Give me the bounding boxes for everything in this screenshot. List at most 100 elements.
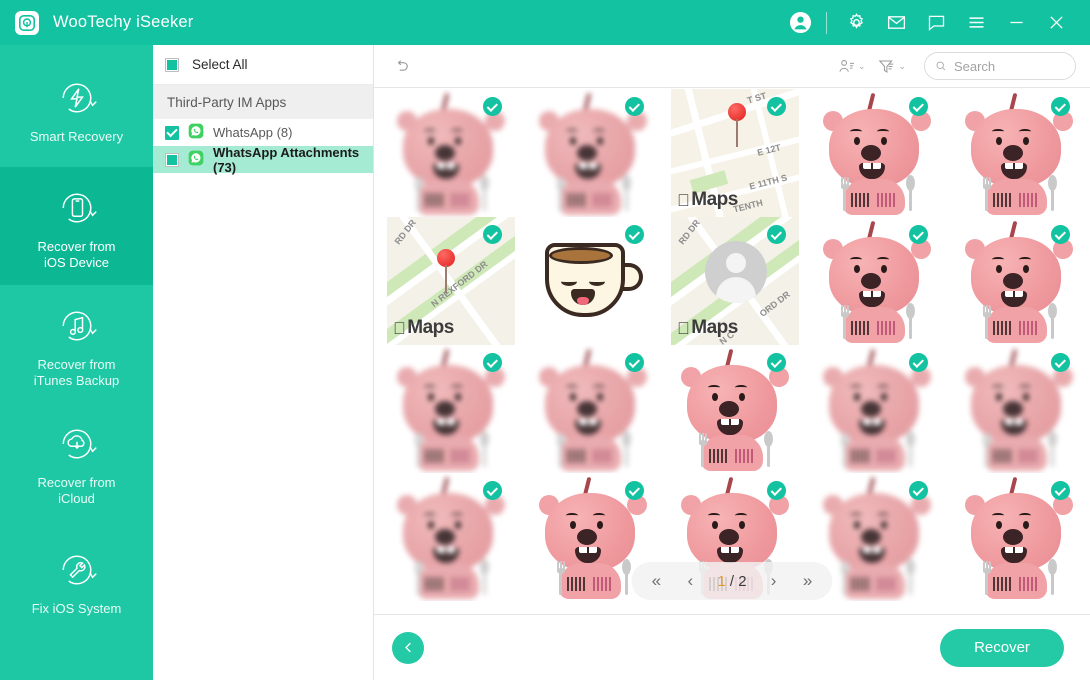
app-title: WooTechy iSeeker bbox=[53, 13, 193, 32]
sidebar-item-recover-from-itunes-backup[interactable]: Recover from iTunes Backup bbox=[0, 285, 153, 403]
grid-item[interactable] bbox=[806, 217, 948, 345]
funnel-filter-glyph bbox=[877, 57, 896, 76]
grid-item[interactable] bbox=[806, 89, 948, 217]
wootechy-logo-icon bbox=[19, 15, 35, 31]
selected-check-badge[interactable] bbox=[1051, 225, 1070, 244]
selected-check-badge[interactable] bbox=[909, 353, 928, 372]
sidebar-item-label: Recover from iOS Device bbox=[31, 239, 121, 271]
undo-icon[interactable] bbox=[388, 51, 416, 81]
close-icon[interactable] bbox=[1036, 0, 1076, 45]
selected-check-badge[interactable] bbox=[625, 353, 644, 372]
apple-maps-label:  Maps bbox=[677, 317, 738, 339]
window-controls bbox=[783, 0, 1076, 45]
first-page-button[interactable]: « bbox=[641, 566, 671, 596]
grid-item[interactable] bbox=[380, 89, 522, 217]
main-body: Smart Recovery Recover from iOS Device bbox=[0, 45, 1090, 680]
whatsapp-glyph bbox=[188, 150, 204, 166]
sidebar-item-recover-from-icloud[interactable]: Recover from iCloud bbox=[0, 403, 153, 521]
tree-row-label: WhatsApp Attachments (73) bbox=[213, 145, 373, 175]
apple-logo-icon:  bbox=[677, 192, 689, 209]
thumbnail-grid: T ST E 12T E 11TH S TENTH  Maps bbox=[380, 89, 1090, 601]
whatsapp-checkbox[interactable] bbox=[165, 126, 179, 140]
grid-item[interactable] bbox=[380, 345, 522, 473]
selected-check-badge[interactable] bbox=[625, 481, 644, 500]
minimize-glyph bbox=[1006, 12, 1027, 33]
hamburger-icon[interactable] bbox=[956, 0, 996, 45]
next-page-button[interactable]: › bbox=[759, 566, 789, 596]
prev-page-button[interactable]: ‹ bbox=[675, 566, 705, 596]
selected-check-badge[interactable] bbox=[1051, 353, 1070, 372]
chat-icon[interactable] bbox=[916, 0, 956, 45]
sidebar-item-recover-from-ios-device[interactable]: Recover from iOS Device bbox=[0, 167, 153, 285]
selected-check-badge[interactable] bbox=[1051, 481, 1070, 500]
gear-icon[interactable] bbox=[836, 0, 876, 45]
bolt-refresh-icon bbox=[55, 71, 99, 125]
grid-item[interactable] bbox=[522, 89, 664, 217]
content-toolbar: ⌄ ⌄ bbox=[374, 45, 1090, 88]
grid-item[interactable] bbox=[522, 345, 664, 473]
selected-check-badge[interactable] bbox=[767, 225, 786, 244]
account-icon[interactable] bbox=[783, 0, 817, 45]
grid-item[interactable] bbox=[948, 89, 1090, 217]
selected-check-badge[interactable] bbox=[909, 225, 928, 244]
select-all-row[interactable]: Select All bbox=[153, 45, 373, 85]
app-logo bbox=[15, 11, 39, 35]
search-input[interactable] bbox=[954, 59, 1065, 74]
select-all-checkbox[interactable] bbox=[165, 58, 179, 72]
sidebar-label-line2: iTunes Backup bbox=[34, 373, 120, 388]
mail-icon[interactable] bbox=[876, 0, 916, 45]
grid-item[interactable] bbox=[948, 217, 1090, 345]
recover-button[interactable]: Recover bbox=[940, 629, 1064, 667]
gear-glyph bbox=[846, 12, 867, 33]
sidebar-label-line2: iCloud bbox=[58, 491, 95, 506]
selected-check-badge[interactable] bbox=[483, 225, 502, 244]
selected-check-badge[interactable] bbox=[483, 353, 502, 372]
minimize-icon[interactable] bbox=[996, 0, 1036, 45]
grid-item[interactable] bbox=[380, 473, 522, 601]
chevron-down-icon: ⌄ bbox=[898, 61, 906, 72]
sidebar-item-fix-ios-system[interactable]: Fix iOS System bbox=[0, 521, 153, 639]
whatsapp-attachments-checkbox[interactable] bbox=[165, 153, 179, 167]
thumbnail-grid-area: T ST E 12T E 11TH S TENTH  Maps bbox=[374, 88, 1090, 614]
page-indicator: 1 / 2 bbox=[709, 573, 754, 590]
street-label: E 11TH S bbox=[748, 172, 788, 191]
chevron-down-icon: ⌄ bbox=[858, 61, 866, 72]
wrench-refresh-icon bbox=[55, 543, 99, 597]
grid-item[interactable] bbox=[948, 345, 1090, 473]
tree-row-label: WhatsApp (8) bbox=[213, 125, 292, 140]
funnel-filter-icon[interactable]: ⌄ bbox=[871, 57, 912, 76]
sidebar-item-label: Fix iOS System bbox=[26, 601, 128, 617]
selected-check-badge[interactable] bbox=[483, 97, 502, 116]
contact-filter-icon[interactable]: ⌄ bbox=[831, 57, 872, 76]
grid-item[interactable]: T ST E 12T E 11TH S TENTH  Maps bbox=[664, 89, 806, 217]
selected-check-badge[interactable] bbox=[909, 97, 928, 116]
tree-row-whatsapp[interactable]: WhatsApp (8) bbox=[153, 119, 373, 146]
phone-refresh-icon bbox=[55, 181, 99, 235]
selected-check-badge[interactable] bbox=[767, 353, 786, 372]
whatsapp-icon bbox=[188, 150, 204, 169]
selected-check-badge[interactable] bbox=[625, 97, 644, 116]
tree-row-whatsapp-attachments[interactable]: WhatsApp Attachments (73) bbox=[153, 146, 373, 173]
apple-logo-icon:  bbox=[677, 320, 689, 337]
search-icon bbox=[935, 59, 947, 73]
grid-item[interactable] bbox=[806, 345, 948, 473]
grid-item[interactable]: RD DR N REXFORD DR  Maps bbox=[380, 217, 522, 345]
search-box[interactable] bbox=[924, 52, 1076, 80]
sidebar-item-smart-recovery[interactable]: Smart Recovery bbox=[0, 49, 153, 167]
close-glyph bbox=[1046, 12, 1067, 33]
sidebar-label-line1: Recover from bbox=[37, 357, 115, 372]
grid-item[interactable]: RD DR ORD DR N C  Maps bbox=[664, 217, 806, 345]
grid-item[interactable] bbox=[522, 217, 664, 345]
selected-check-badge[interactable] bbox=[625, 225, 644, 244]
back-button[interactable] bbox=[392, 632, 424, 664]
selected-check-badge[interactable] bbox=[909, 481, 928, 500]
selected-check-badge[interactable] bbox=[483, 481, 502, 500]
sidebar-item-label: Smart Recovery bbox=[24, 129, 129, 145]
arrow-left-icon bbox=[401, 640, 416, 655]
selected-check-badge[interactable] bbox=[767, 97, 786, 116]
grid-item[interactable] bbox=[948, 473, 1090, 601]
selected-check-badge[interactable] bbox=[1051, 97, 1070, 116]
last-page-button[interactable]: » bbox=[793, 566, 823, 596]
grid-item[interactable] bbox=[664, 345, 806, 473]
selected-check-badge[interactable] bbox=[767, 481, 786, 500]
